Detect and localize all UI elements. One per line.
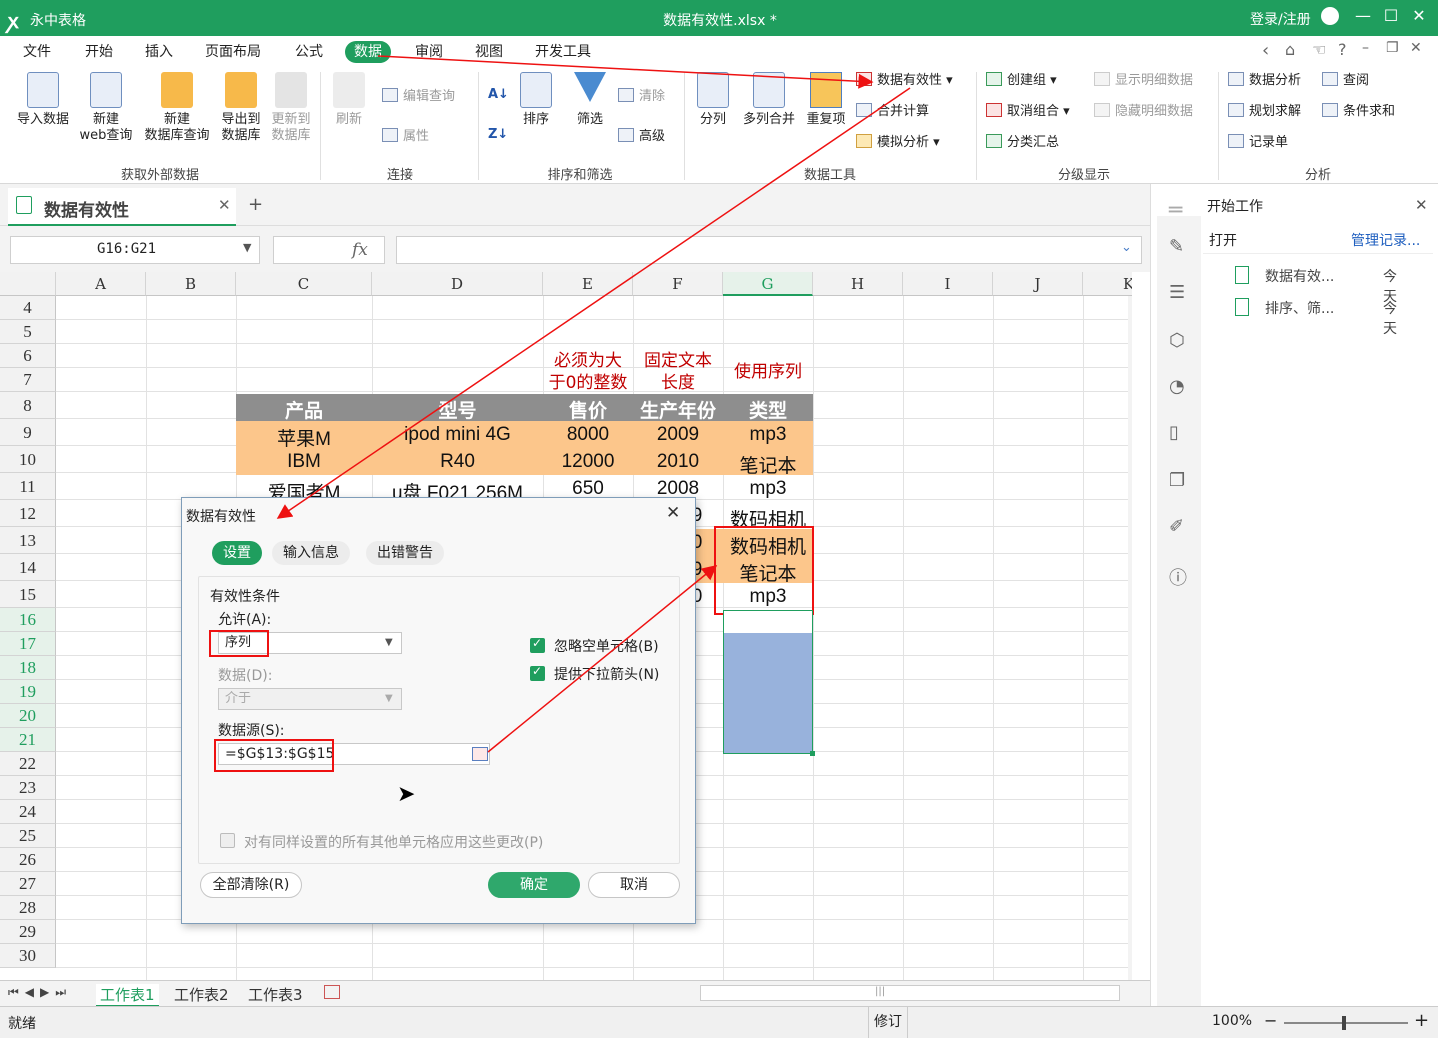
annotation-arrows <box>276 55 911 753</box>
annotation-arrow-menu <box>377 55 874 89</box>
annotation-arrow-range <box>487 565 718 753</box>
annotation-arrow-dialog <box>276 87 911 519</box>
